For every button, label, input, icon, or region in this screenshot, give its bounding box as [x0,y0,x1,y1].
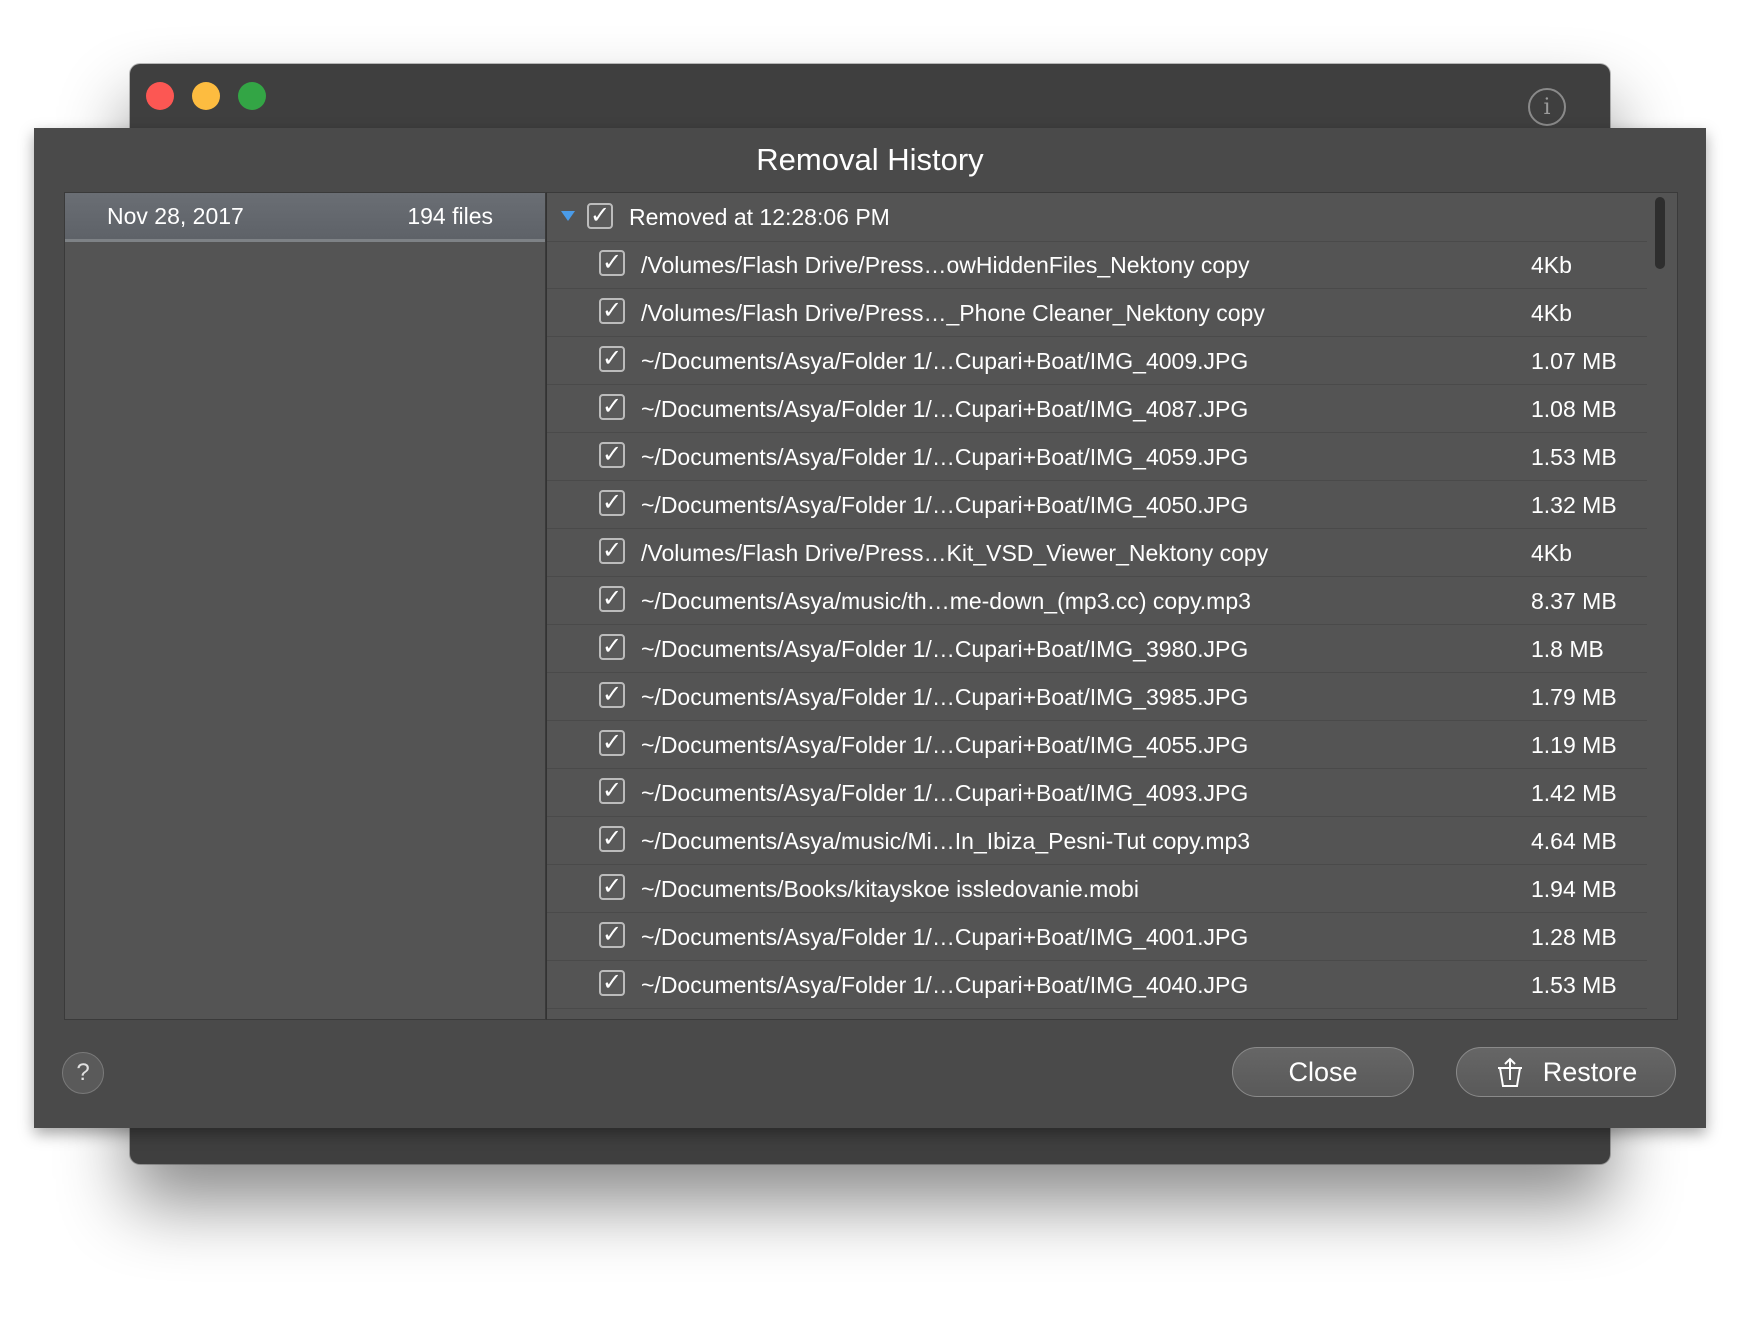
file-checkbox[interactable]: ✓ [599,730,625,756]
restore-button-label: Restore [1542,1056,1638,1087]
file-row[interactable]: ✓ /Volumes/Flash Drive/Press…Kit_VSD_View… [547,529,1647,577]
maximize-window-button[interactable] [238,82,266,110]
help-button[interactable]: ? [62,1052,104,1094]
file-list: ✓ Removed at 12:28:06 PM ✓ /Volumes/Flash… [546,192,1678,1020]
close-window-button[interactable] [146,82,174,110]
file-checkbox[interactable]: ✓ [599,922,625,948]
file-row[interactable]: ✓ ~/Documents/Asya/Folder 1/…Cupari+Boat/… [547,769,1647,817]
file-checkbox[interactable]: ✓ [599,298,625,324]
close-button[interactable]: Close [1232,1047,1414,1097]
file-path: ~/Documents/Asya/music/th…me-down_(mp3.c… [641,588,1251,614]
file-size: 8.37 MB [1531,588,1617,614]
file-row[interactable]: ✓ /Volumes/Flash Drive/Press…owHiddenFile… [547,241,1647,289]
session-item[interactable]: Nov 28, 2017 194 files [65,193,545,242]
file-row[interactable]: ✓ ~/Documents/Asya/Folder 1/…Cupari+Boat/… [547,721,1647,769]
file-path: ~/Documents/Asya/Folder 1/…Cupari+Boat/I… [641,924,1249,950]
file-size: 4.64 MB [1531,828,1617,854]
file-path: ~/Documents/Books/kitayskoe issledovanie… [641,876,1139,902]
file-size: 1.08 MB [1531,396,1617,422]
file-size: 1.07 MB [1531,348,1617,374]
file-path: ~/Documents/Asya/Folder 1/…Cupari+Boat/I… [641,684,1249,710]
file-size: 1.79 MB [1531,684,1617,710]
file-row[interactable]: ✓ ~/Documents/Asya/Folder 1/…Cupari+Boat/… [547,433,1647,481]
file-row[interactable]: ✓ ~/Documents/Asya/music/th…me-down_(mp3.… [547,577,1647,625]
info-icon[interactable]: i [1528,88,1566,126]
file-size: 4Kb [1531,252,1572,278]
file-path: ~/Documents/Asya/Folder 1/…Cupari+Boat/I… [641,972,1249,998]
file-row[interactable]: ✓ /Volumes/Flash Drive/Press…_Phone Clean… [547,289,1647,337]
file-path: ~/Documents/Asya/music/Mi…In_Ibiza_Pesni… [641,828,1251,854]
file-path: ~/Documents/Asya/Folder 1/…Cupari+Boat/I… [641,396,1249,422]
file-path: ~/Documents/Asya/Folder 1/…Cupari+Boat/I… [641,492,1249,518]
file-row[interactable]: ✓ ~/Documents/Asya/Folder 1/…Cupari+Boat/… [547,385,1647,433]
file-rows: ✓ /Volumes/Flash Drive/Press…owHiddenFile… [547,241,1647,1009]
file-checkbox[interactable]: ✓ [599,634,625,660]
session-file-count: 194 files [407,203,493,229]
file-path: ~/Documents/Asya/Folder 1/…Cupari+Boat/I… [641,348,1249,374]
file-path: /Volumes/Flash Drive/Press…_Phone Cleane… [641,300,1265,326]
file-path: ~/Documents/Asya/Folder 1/…Cupari+Boat/I… [641,732,1249,758]
file-row[interactable]: ✓ ~/Documents/Books/kitayskoe issledovani… [547,865,1647,913]
file-row[interactable]: ✓ ~/Documents/Asya/Folder 1/…Cupari+Boat/… [547,337,1647,385]
file-size: 1.53 MB [1531,972,1617,998]
file-size: 1.28 MB [1531,924,1617,950]
file-row[interactable]: ✓ ~/Documents/Asya/Folder 1/…Cupari+Boat/… [547,625,1647,673]
file-checkbox[interactable]: ✓ [599,346,625,372]
file-checkbox[interactable]: ✓ [599,682,625,708]
file-checkbox[interactable]: ✓ [599,586,625,612]
file-row[interactable]: ✓ ~/Documents/Asya/music/Mi…In_Ibiza_Pesn… [547,817,1647,865]
group-label: Removed at 12:28:06 PM [629,204,890,230]
restore-icon [1497,1057,1522,1087]
minimize-window-button[interactable] [192,82,220,110]
file-path: /Volumes/Flash Drive/Press…owHiddenFiles… [641,252,1250,278]
disclosure-triangle-icon[interactable] [561,211,575,221]
file-checkbox[interactable]: ✓ [599,778,625,804]
file-checkbox[interactable]: ✓ [599,490,625,516]
file-size: 4Kb [1531,540,1572,566]
file-path: ~/Documents/Asya/Folder 1/…Cupari+Boat/I… [641,636,1249,662]
scrollbar[interactable] [1655,197,1665,269]
file-size: 1.8 MB [1531,636,1604,662]
restore-button[interactable]: Restore [1456,1047,1676,1097]
session-date: Nov 28, 2017 [107,203,244,229]
file-size: 4Kb [1531,300,1572,326]
removal-group-row: ✓ Removed at 12:28:06 PM [547,193,1647,242]
removal-history-sheet: Removal History Nov 28, 2017 194 files ✓… [34,128,1706,1128]
file-size: 1.32 MB [1531,492,1617,518]
session-list: Nov 28, 2017 194 files [64,192,546,1020]
file-size: 1.53 MB [1531,444,1617,470]
file-checkbox[interactable]: ✓ [599,538,625,564]
file-path: ~/Documents/Asya/Folder 1/…Cupari+Boat/I… [641,780,1249,806]
file-checkbox[interactable]: ✓ [599,970,625,996]
file-row[interactable]: ✓ ~/Documents/Asya/Folder 1/…Cupari+Boat/… [547,913,1647,961]
sheet-title: Removal History [756,142,984,177]
file-row[interactable]: ✓ ~/Documents/Asya/Folder 1/…Cupari+Boat/… [547,481,1647,529]
file-size: 1.94 MB [1531,876,1617,902]
close-button-label: Close [1288,1056,1358,1087]
file-row[interactable]: ✓ ~/Documents/Asya/Folder 1/…Cupari+Boat/… [547,961,1647,1009]
file-path: ~/Documents/Asya/Folder 1/…Cupari+Boat/I… [641,444,1249,470]
file-size: 1.42 MB [1531,780,1617,806]
file-checkbox[interactable]: ✓ [599,250,625,276]
group-checkbox[interactable]: ✓ [587,203,613,229]
file-checkbox[interactable]: ✓ [599,442,625,468]
file-checkbox[interactable]: ✓ [599,826,625,852]
file-checkbox[interactable]: ✓ [599,394,625,420]
file-row[interactable]: ✓ ~/Documents/Asya/Folder 1/…Cupari+Boat/… [547,673,1647,721]
file-size: 1.19 MB [1531,732,1617,758]
file-path: /Volumes/Flash Drive/Press…Kit_VSD_Viewe… [641,540,1269,566]
file-checkbox[interactable]: ✓ [599,874,625,900]
